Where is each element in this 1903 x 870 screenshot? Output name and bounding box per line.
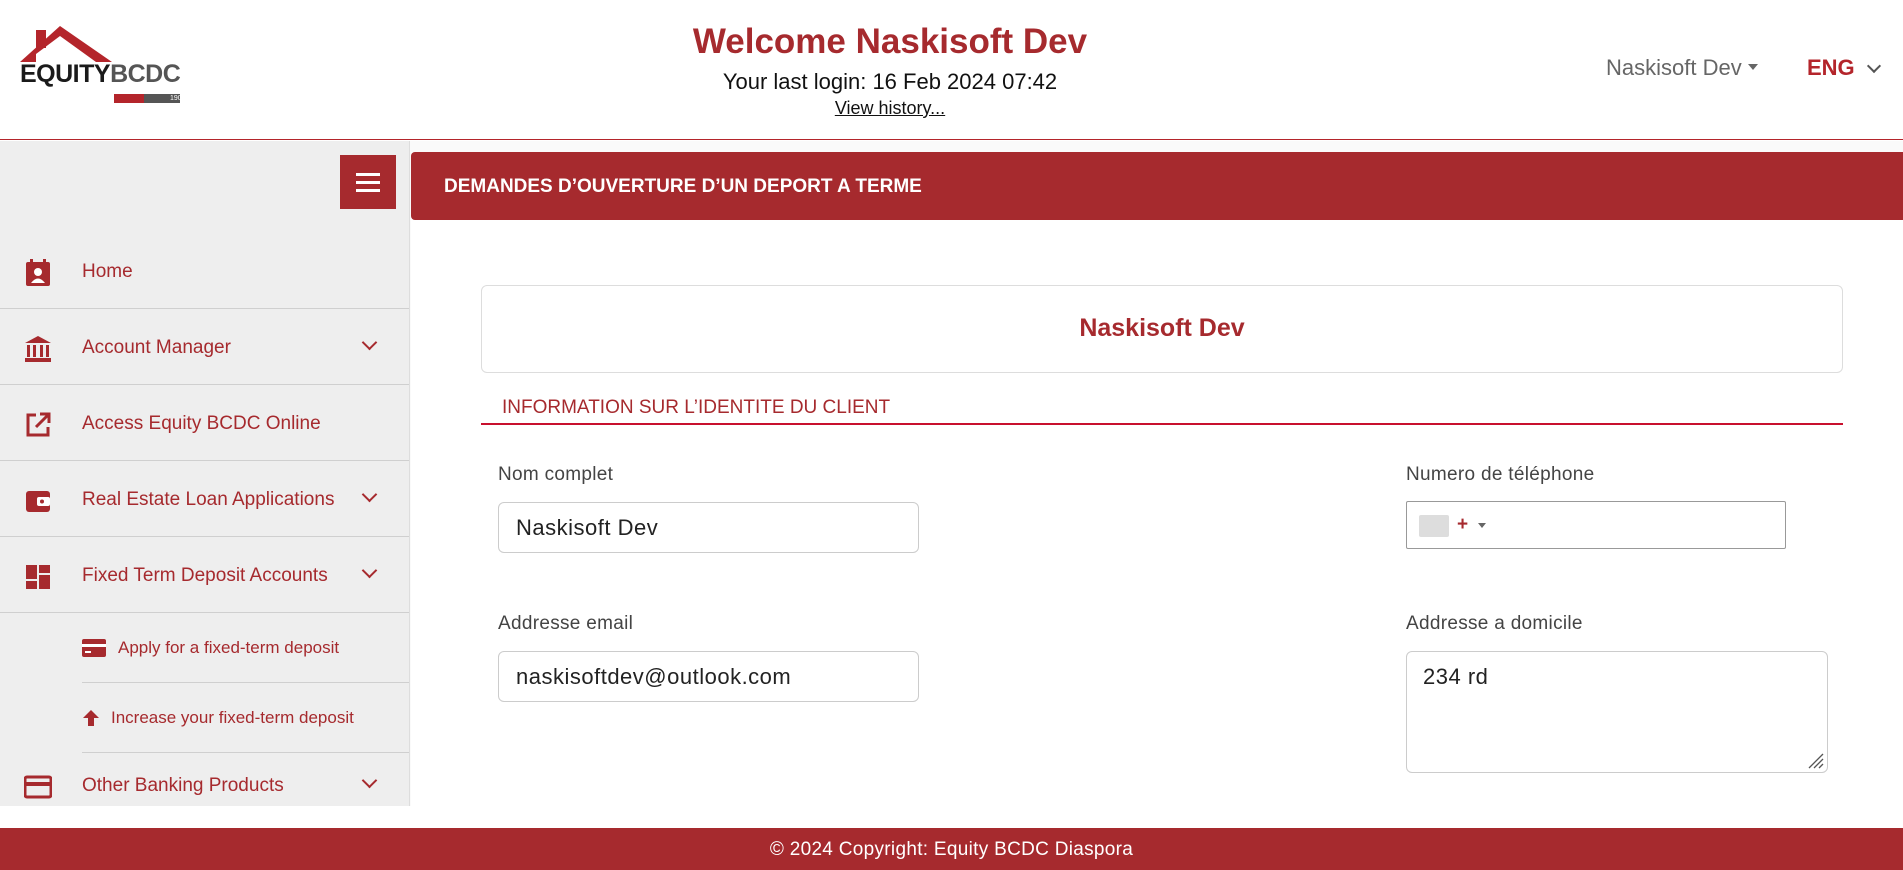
form-panel: DEMANDES D’OUVERTURE D’UN DEPORT A TERME… bbox=[411, 152, 1903, 806]
sidebar-item-other-banking-products[interactable]: Other Banking Products bbox=[0, 753, 409, 806]
sidebar-subitem-label: Apply for a fixed-term deposit bbox=[118, 638, 340, 657]
dashboard-icon bbox=[26, 565, 50, 589]
sidebar: Home Account Manager Access Equity BCDC … bbox=[0, 141, 410, 806]
last-login-text: Your last login: 16 Feb 2024 07:42 bbox=[722, 69, 1058, 94]
hamburger-icon bbox=[356, 173, 380, 176]
full-name-input[interactable] bbox=[498, 502, 919, 553]
user-menu-dropdown[interactable]: Naskisoft Dev bbox=[1606, 55, 1758, 81]
bank-icon bbox=[25, 336, 51, 362]
chevron-down-icon bbox=[361, 334, 378, 351]
address-label: Addresse a domicile bbox=[1406, 613, 1583, 634]
sidebar-item-access-online[interactable]: Access Equity BCDC Online bbox=[0, 385, 409, 461]
caret-down-icon bbox=[1478, 523, 1486, 528]
sidebar-item-real-estate-loans[interactable]: Real Estate Loan Applications bbox=[0, 461, 409, 537]
resize-grip-icon[interactable] bbox=[1806, 751, 1824, 769]
chevron-down-icon bbox=[1866, 59, 1881, 74]
wallet-icon bbox=[26, 491, 50, 512]
main-content: DEMANDES D’OUVERTURE D’UN DEPORT A TERME… bbox=[410, 141, 1903, 806]
sidebar-item-label: Other Banking Products bbox=[82, 775, 284, 796]
sidebar-item-label: Account Manager bbox=[82, 337, 231, 358]
sidebar-item-fixed-term-deposits[interactable]: Fixed Term Deposit Accounts bbox=[0, 537, 409, 613]
language-label: ENG bbox=[1807, 55, 1855, 80]
chevron-down-icon bbox=[361, 772, 378, 789]
header: EQUITYBCDC 1909 Welcome Naskisoft Dev Yo… bbox=[0, 0, 1903, 140]
sidebar-subitem-label: Increase your fixed-term deposit bbox=[111, 708, 354, 727]
section-heading: INFORMATION SUR L’IDENTITE DU CLIENT bbox=[502, 397, 891, 418]
language-dropdown[interactable]: ENG bbox=[1807, 55, 1881, 81]
chevron-down-icon bbox=[361, 562, 378, 579]
chevron-down-icon bbox=[361, 486, 378, 503]
address-textarea[interactable]: 234 rd bbox=[1406, 651, 1828, 773]
sidebar-item-label: Access Equity BCDC Online bbox=[82, 413, 321, 434]
client-name-card: Naskisoft Dev bbox=[481, 285, 1843, 373]
calendar-user-icon bbox=[26, 259, 50, 286]
sidebar-item-label: Real Estate Loan Applications bbox=[82, 489, 335, 510]
arrow-up-icon bbox=[83, 710, 99, 726]
view-history-link[interactable]: View history... bbox=[835, 98, 945, 118]
credit-card-icon bbox=[82, 639, 106, 657]
caret-down-icon bbox=[1747, 64, 1758, 71]
user-menu-label: Naskisoft Dev bbox=[1606, 55, 1742, 80]
sidebar-subitem-apply-fixed-deposit[interactable]: Apply for a fixed-term deposit bbox=[82, 613, 409, 683]
phone-label: Numero de téléphone bbox=[1406, 464, 1595, 485]
sidebar-item-label: Home bbox=[82, 261, 133, 282]
menu-toggle-button[interactable] bbox=[340, 155, 396, 209]
email-input[interactable] bbox=[498, 651, 919, 702]
phone-input[interactable]: + bbox=[1406, 501, 1786, 549]
sidebar-item-label: Fixed Term Deposit Accounts bbox=[82, 565, 328, 586]
sidebar-subitem-increase-fixed-deposit[interactable]: Increase your fixed-term deposit bbox=[82, 683, 409, 753]
client-name: Naskisoft Dev bbox=[1079, 314, 1245, 342]
dial-code: + bbox=[1457, 514, 1469, 535]
country-flag-icon[interactable] bbox=[1419, 515, 1449, 537]
footer: © 2024 Copyright: Equity BCDC Diaspora bbox=[0, 828, 1903, 870]
section-divider bbox=[481, 423, 1843, 425]
sidebar-item-home[interactable]: Home bbox=[0, 233, 409, 309]
page-title-bar: DEMANDES D’OUVERTURE D’UN DEPORT A TERME bbox=[411, 152, 1903, 220]
email-label: Addresse email bbox=[498, 613, 634, 634]
sidebar-item-account-manager[interactable]: Account Manager bbox=[0, 309, 409, 385]
page-title: DEMANDES D’OUVERTURE D’UN DEPORT A TERME bbox=[444, 176, 922, 197]
credit-card-icon bbox=[24, 775, 52, 799]
address-value: 234 rd bbox=[1423, 664, 1489, 689]
welcome-title: Welcome Naskisoft Dev bbox=[692, 22, 1088, 61]
full-name-label: Nom complet bbox=[498, 464, 614, 485]
external-link-icon bbox=[26, 412, 51, 437]
copyright-text: © 2024 Copyright: Equity BCDC Diaspora bbox=[769, 839, 1134, 860]
